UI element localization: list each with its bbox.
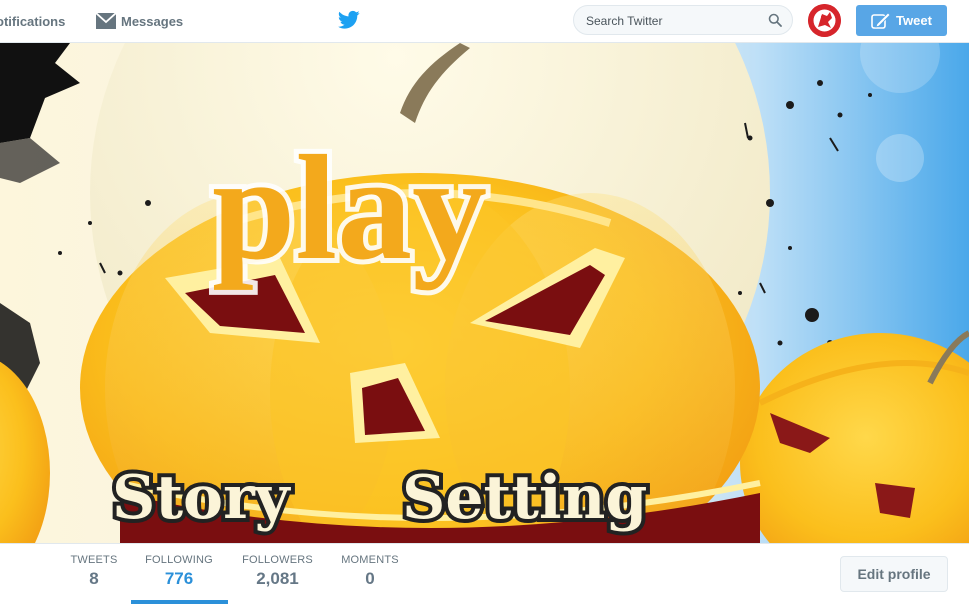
stat-moments-value: 0	[365, 569, 375, 588]
tweet-button[interactable]: Tweet	[856, 5, 947, 36]
stat-moments-label: MOMENTS	[341, 554, 399, 566]
banner-story-button: Story Story	[108, 459, 296, 537]
banner-setting-label: Setting	[402, 463, 647, 533]
stat-tweets-label: TWEETS	[70, 554, 118, 566]
stat-moments[interactable]: MOMENTS 0	[338, 554, 402, 589]
tweet-button-label: Tweet	[896, 13, 932, 28]
stat-followers-label: FOLLOWERS	[242, 554, 313, 566]
profile-nav-bar: TWEETS 8 FOLLOWING 776 FOLLOWERS 2,081 M…	[0, 543, 969, 609]
search-box	[573, 5, 793, 35]
nav-notifications-label: otifications	[0, 13, 66, 29]
search-icon[interactable]	[768, 13, 782, 27]
stat-following-label: FOLLOWING	[145, 554, 213, 566]
banner-story-label: Story	[112, 463, 292, 533]
stat-tweets-value: 8	[89, 569, 99, 588]
stat-following[interactable]: FOLLOWING 776	[140, 554, 218, 589]
nav-messages-label: Messages	[121, 13, 184, 29]
nav-notifications[interactable]: otifications	[0, 0, 65, 42]
stat-tweets[interactable]: TWEETS 8	[70, 554, 118, 589]
stat-following-value: 776	[164, 569, 194, 588]
nav-messages[interactable]: Messages	[95, 0, 184, 42]
active-tab-indicator	[131, 600, 228, 604]
avatar[interactable]	[808, 4, 841, 37]
stat-followers[interactable]: FOLLOWERS 2,081	[240, 554, 315, 589]
edit-profile-label: Edit profile	[857, 566, 931, 582]
twitter-bird-icon[interactable]	[337, 10, 360, 30]
banner-play-text: play	[212, 125, 487, 291]
top-navigation-bar: otifications Messages Search Twitter Twe…	[0, 0, 969, 43]
envelope-icon	[95, 12, 117, 29]
search-input[interactable]	[586, 12, 761, 29]
banner-setting-button: Setting Setting	[398, 459, 651, 537]
compose-quill-icon	[871, 11, 891, 30]
stat-followers-value: 2,081	[256, 569, 299, 588]
banner-play-title: play play	[207, 120, 492, 296]
header-banner: play play Story Story Setting Setting	[0, 43, 969, 543]
edit-profile-button[interactable]: Edit profile	[840, 556, 948, 592]
